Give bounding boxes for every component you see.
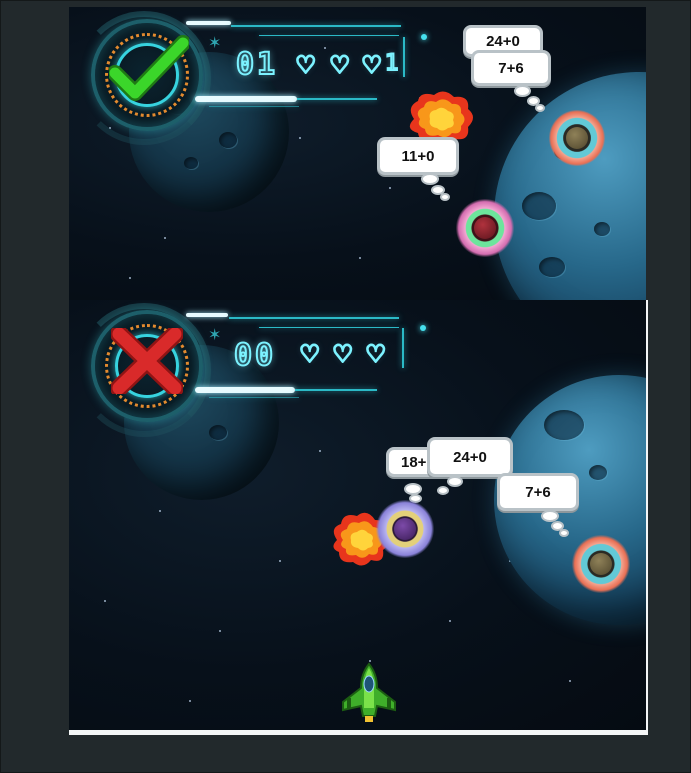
score-display: 01 [235, 46, 279, 83]
life-heart-icon: ♡ [298, 339, 321, 369]
right-border [646, 300, 648, 735]
hud-progress-bar [195, 96, 297, 102]
score-display: 00 [233, 337, 277, 374]
lives-suffix: 1 [384, 50, 400, 77]
life-heart-icon: ♡ [328, 50, 351, 80]
checkmark-icon [109, 35, 189, 101]
life-heart-icon: ♡ [360, 50, 383, 80]
life-heart-icon: ♡ [364, 339, 387, 369]
equation-bubble: 24+0 [427, 437, 513, 477]
hud-progress-bar [195, 387, 295, 393]
equation-bubble: 7+6 [497, 473, 579, 511]
asteroid-target[interactable] [456, 199, 514, 257]
game-screen-correct: ✶ 01 ♡ ♡ ♡ 1 24+0 7+6 11+0 [69, 7, 646, 300]
equation-bubble: 11+0 [377, 137, 459, 175]
hud-star-icon: ✶ [208, 35, 222, 52]
cross-icon [111, 328, 183, 394]
life-heart-icon: ♡ [294, 50, 317, 80]
hud-circuit-line [231, 25, 401, 27]
player-spaceship[interactable] [339, 662, 399, 724]
asteroid-target[interactable] [549, 110, 605, 166]
hud-star-icon: ✶ [208, 327, 222, 344]
hud-top-bar [186, 21, 231, 25]
asteroid-target[interactable] [376, 500, 434, 558]
hud-top-bar [186, 313, 228, 317]
hud-circuit-line [229, 317, 399, 319]
equation-bubble: 7+6 [471, 50, 551, 86]
life-heart-icon: ♡ [331, 339, 354, 369]
game-screen-wrong: ✶ 00 ♡ ♡ ♡ 18+ 24+0 7+6 [69, 300, 646, 730]
asteroid-target[interactable] [572, 535, 630, 593]
bottom-border [69, 730, 646, 735]
